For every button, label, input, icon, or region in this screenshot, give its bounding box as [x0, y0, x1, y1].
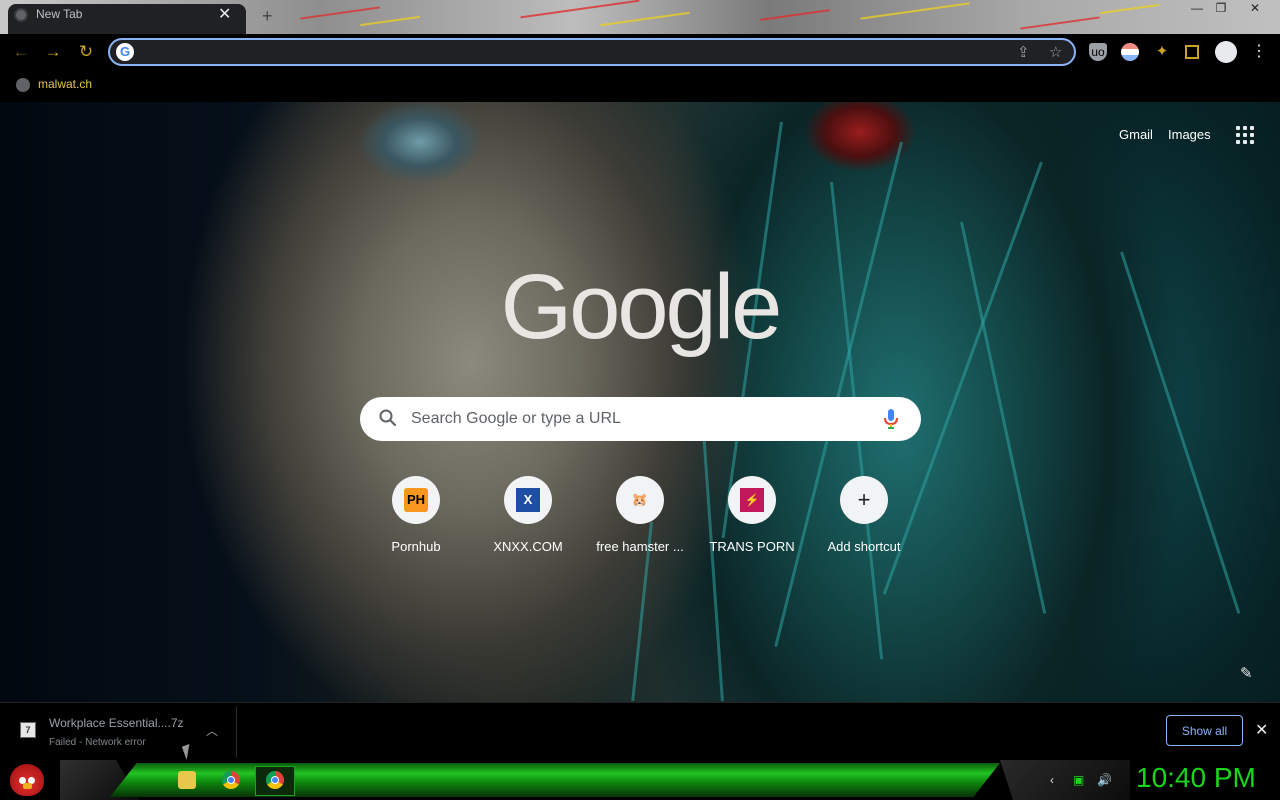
reload-button[interactable]: ↻: [75, 41, 97, 63]
bookmark-star-icon[interactable]: ☆: [1049, 43, 1062, 61]
customize-pencil-icon[interactable]: ✎: [1240, 664, 1253, 682]
shortcut-trans-porn[interactable]: ⚡ TRANS PORN: [702, 476, 802, 556]
search-input[interactable]: Search Google or type a URL: [411, 410, 621, 428]
search-icon: [379, 409, 397, 427]
shortcut-label: free hamster ...: [596, 539, 684, 554]
forward-button[interactable]: →: [42, 41, 64, 63]
extension-flag-icon[interactable]: [1121, 43, 1139, 61]
bookmark-malwatch[interactable]: malwat.ch: [38, 77, 92, 91]
apps-grid-icon[interactable]: [1236, 126, 1254, 144]
file-explorer-icon[interactable]: [178, 771, 196, 789]
restore-button[interactable]: ❐: [1210, 0, 1232, 16]
close-window-button[interactable]: ✕: [1244, 0, 1266, 16]
shortcut-label: TRANS PORN: [709, 539, 795, 554]
shortcut-icon: X: [504, 476, 552, 524]
microphone-icon[interactable]: [882, 407, 900, 431]
google-logo: Google: [500, 256, 783, 358]
close-shelf-icon[interactable]: ✕: [1255, 720, 1268, 740]
add-shortcut-button[interactable]: + Add shortcut: [814, 476, 914, 556]
shortcut-label: Add shortcut: [827, 539, 901, 554]
chevron-up-icon[interactable]: ︿: [206, 722, 218, 739]
shortcut-xnxx[interactable]: X XNXX.COM: [478, 476, 578, 556]
shortcut-icon: PH: [392, 476, 440, 524]
ublock-shield-icon[interactable]: uo: [1089, 43, 1107, 61]
new-tab-button[interactable]: +: [262, 6, 273, 27]
archive-file-icon: 7: [20, 722, 36, 738]
volume-icon[interactable]: 🔊: [1097, 773, 1112, 787]
shortcut-icon: 🐹: [616, 476, 664, 524]
chrome-taskbar-icon[interactable]: [222, 771, 240, 789]
download-item[interactable]: [8, 706, 237, 758]
shortcut-label: XNXX.COM: [493, 539, 563, 554]
tab-close-icon[interactable]: ✕: [218, 4, 231, 24]
extensions-puzzle-icon[interactable]: ✦: [1153, 43, 1171, 61]
network-icon[interactable]: ▣: [1073, 773, 1084, 787]
shortcut-icon: ⚡: [728, 476, 776, 524]
shortcut-label: Pornhub: [391, 539, 441, 554]
download-status: Failed - Network error: [49, 737, 146, 748]
tray-expand-icon[interactable]: ‹: [1050, 773, 1054, 787]
chrome-menu-icon[interactable]: ⋮: [1250, 43, 1268, 61]
images-link[interactable]: Images: [1168, 127, 1211, 142]
globe-icon: [16, 78, 30, 92]
download-filename: Workplace Essential....7z: [49, 716, 184, 730]
shortcut-icon: +: [840, 476, 888, 524]
chrome-active-icon: [266, 771, 284, 789]
back-button[interactable]: ←: [10, 41, 32, 63]
tab-favicon-icon: [14, 8, 28, 22]
share-icon[interactable]: ⇪: [1017, 43, 1030, 61]
address-bar[interactable]: [108, 38, 1076, 66]
show-all-button[interactable]: Show all: [1166, 715, 1243, 746]
minimize-button[interactable]: —: [1186, 0, 1208, 16]
shortcut-pornhub[interactable]: PH Pornhub: [366, 476, 466, 556]
google-g-icon: G: [116, 43, 134, 61]
side-panel-icon[interactable]: [1185, 45, 1199, 59]
gmail-link[interactable]: Gmail: [1119, 127, 1153, 142]
taskbar-green-bar: [110, 763, 1000, 797]
taskbar-clock[interactable]: 10:40 PM: [1136, 762, 1256, 794]
start-button-bird-icon[interactable]: [10, 764, 44, 796]
profile-avatar-icon[interactable]: [1215, 41, 1237, 63]
shortcut-free-hamster[interactable]: 🐹 free hamster ...: [590, 476, 690, 556]
tab-title: New Tab: [36, 7, 83, 21]
bookmarks-bar: [0, 70, 1280, 102]
plus-icon: +: [857, 487, 871, 512]
